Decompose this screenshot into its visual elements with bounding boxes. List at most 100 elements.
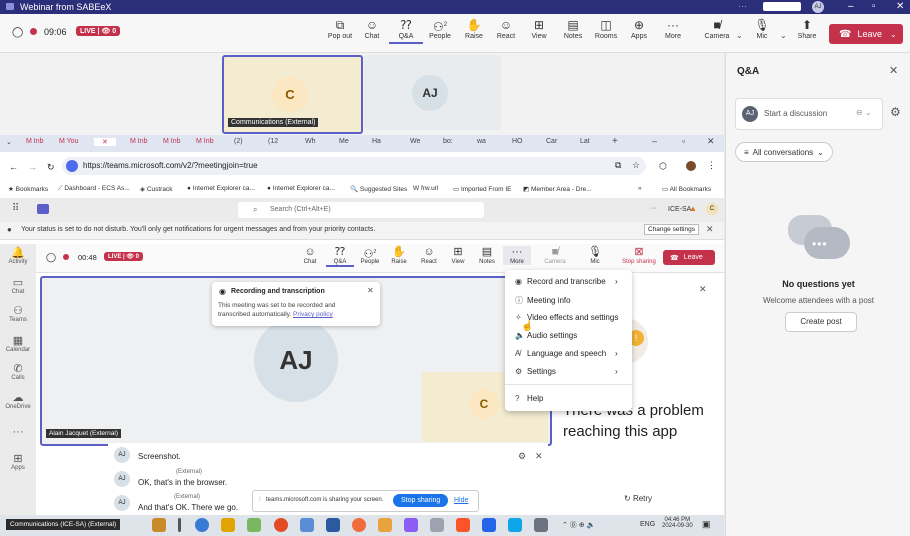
app-icon[interactable] (534, 518, 548, 532)
reload-icon[interactable]: ↻ (47, 162, 55, 173)
menu-item-record[interactable]: ◉ Record and transcribe › (515, 277, 618, 286)
participant-tile[interactable]: C Communications (External) (222, 55, 363, 134)
more-button[interactable]: ··· More (656, 18, 690, 40)
menu-item-help[interactable]: ? Help (515, 394, 543, 403)
minimize-icon[interactable]: – (848, 1, 854, 12)
close-icon[interactable]: ✕ (896, 1, 904, 12)
tab[interactable]: (2) (234, 138, 243, 145)
retry-button[interactable]: ↻ Retry (624, 494, 652, 503)
bookmark-item[interactable]: ◈ Custrack (140, 185, 172, 193)
chat-button[interactable]: ☺ Chat (355, 18, 389, 40)
menu-icon[interactable]: ⋮ (707, 160, 716, 171)
bookmark-item[interactable]: ● Internet Explorer ca... (267, 185, 335, 192)
maximize-icon[interactable]: ▫ (682, 136, 685, 146)
chrome-icon[interactable] (274, 518, 288, 532)
star-icon[interactable]: ☆ (632, 160, 640, 171)
profile-icon[interactable] (686, 161, 696, 171)
app-icon[interactable] (326, 518, 340, 532)
bookmark-item[interactable]: ● Internet Explorer ca... (187, 185, 255, 192)
camera-button[interactable]: ■̸ Camera (700, 18, 734, 40)
tab[interactable]: HO (512, 138, 523, 145)
rooms-button[interactable]: ◫ Rooms (589, 18, 623, 40)
apps-button[interactable]: ⊕ Apps (622, 18, 656, 40)
gear-icon[interactable]: ⚙ (890, 105, 901, 119)
app-icon[interactable] (247, 518, 261, 532)
create-post-button[interactable]: Create post (785, 312, 857, 332)
rail-item-onedrive[interactable]: ☁ OneDrive (0, 391, 36, 410)
stop-sharing-button[interactable]: Stop sharing (393, 494, 449, 507)
app-icon[interactable] (300, 518, 314, 532)
rail-item-more[interactable]: ··· (0, 426, 36, 438)
share-button[interactable]: ⬆ Share (790, 18, 824, 40)
system-tray[interactable]: ⌃ ⓪ ⊕ 🔈 (562, 520, 595, 530)
qa-button[interactable]: ⁇ Q&A (326, 246, 354, 267)
tab[interactable]: Me (339, 138, 349, 145)
menu-item-settings[interactable]: ⚙ Settings › (515, 367, 618, 376)
tab[interactable]: wa (477, 138, 486, 145)
grip-icon[interactable]: ⁞ (259, 497, 261, 503)
rail-item-apps[interactable]: ⊞ Apps (0, 452, 36, 471)
close-icon[interactable]: ✕ (889, 64, 898, 77)
bookmark-item[interactable]: ◩ Member Area - Dre... (523, 185, 592, 193)
tab[interactable]: ⌄ (6, 138, 12, 146)
app-icon[interactable] (508, 518, 522, 532)
url-bar[interactable]: https://teams.microsoft.com/v2/?meetingj… (62, 157, 646, 175)
app-icon[interactable] (482, 518, 496, 532)
tab-active[interactable]: ✕ (94, 138, 116, 146)
tab[interactable]: M Inb (130, 138, 148, 145)
bookmark-item[interactable]: ▭ Imported From IE (453, 185, 512, 193)
raise-hand-button[interactable]: ✋ Raise (457, 18, 491, 40)
rail-item-calls[interactable]: ✆ Calls (0, 362, 36, 381)
browser-icon[interactable] (195, 518, 209, 532)
privacy-policy-link[interactable]: Privacy policy (293, 311, 333, 318)
mic-button[interactable]: 🎙 Mic (581, 246, 609, 265)
bookmark-item[interactable]: ▭ All Bookmarks (662, 185, 711, 193)
leave-button[interactable]: ☎ Leave (663, 250, 715, 265)
view-button[interactable]: ⊞ View (444, 246, 472, 265)
install-icon[interactable]: ⧉ (615, 160, 621, 171)
start-discussion-field[interactable]: AJ Start a discussion ⊖ ⌄ (735, 98, 883, 130)
folder-icon[interactable] (221, 518, 235, 532)
tab[interactable]: bo: (443, 138, 453, 145)
tab[interactable]: M You (59, 138, 78, 145)
menu-item-audio[interactable]: 🔈 Audio settings (515, 331, 577, 340)
more-icon[interactable]: ··· (650, 205, 657, 212)
minimize-icon[interactable]: – (652, 136, 657, 146)
extensions-icon[interactable]: ⬡ (659, 161, 667, 172)
tab[interactable]: (12 (268, 138, 278, 145)
new-tab-icon[interactable]: + (612, 136, 618, 147)
stop-sharing-button[interactable]: ⊠ Stop sharing (621, 246, 657, 265)
mic-button[interactable]: 🎙 Mic (745, 18, 779, 40)
raise-hand-button[interactable]: ✋ Raise (385, 246, 413, 265)
notes-button[interactable]: ▤ Notes (473, 246, 501, 265)
tab[interactable]: Wh (305, 138, 316, 145)
close-icon[interactable]: ✕ (699, 284, 707, 295)
bookmark-item[interactable]: ⟋ Dashboard - ECS As... (58, 185, 130, 193)
toolbox-icon[interactable] (152, 518, 166, 532)
filter-dropdown[interactable]: ≡ All conversations ⌄ (735, 142, 833, 162)
rail-item-calendar[interactable]: ▦ Calendar (0, 334, 36, 353)
hide-link[interactable]: Hide (454, 497, 468, 504)
tab[interactable]: We (410, 138, 420, 145)
close-icon[interactable]: ✕ (367, 286, 374, 295)
bookmark-item[interactable]: 🔍 Suggested Sites (350, 185, 407, 193)
close-icon[interactable]: ✕ (706, 224, 714, 235)
gear-icon[interactable]: ⚙ (518, 451, 526, 462)
firefox-icon[interactable] (352, 518, 366, 532)
tab[interactable]: M Inb (26, 138, 44, 145)
back-icon[interactable]: ← (9, 162, 18, 172)
people-button[interactable]: ⚇2 People (423, 18, 457, 40)
close-icon[interactable]: ✕ (707, 136, 715, 147)
tab[interactable]: Car (546, 138, 557, 145)
tab[interactable]: Lat (580, 138, 590, 145)
settings-icon[interactable] (430, 518, 444, 532)
rail-item-activity[interactable]: 🔔 Activity (0, 246, 36, 265)
tab[interactable]: Ha (372, 138, 381, 145)
react-button[interactable]: ☺ React (489, 18, 523, 40)
menu-item-language[interactable]: A̸ Language and speech › (515, 349, 618, 358)
view-button[interactable]: ⊞ View (522, 18, 556, 40)
rail-item-teams[interactable]: ⚇ Teams (0, 304, 36, 323)
people-button[interactable]: ⚇2 People (356, 246, 384, 265)
notes-button[interactable]: ▤ Notes (556, 18, 590, 40)
chevron-down-icon[interactable]: ⌄ (780, 31, 787, 40)
